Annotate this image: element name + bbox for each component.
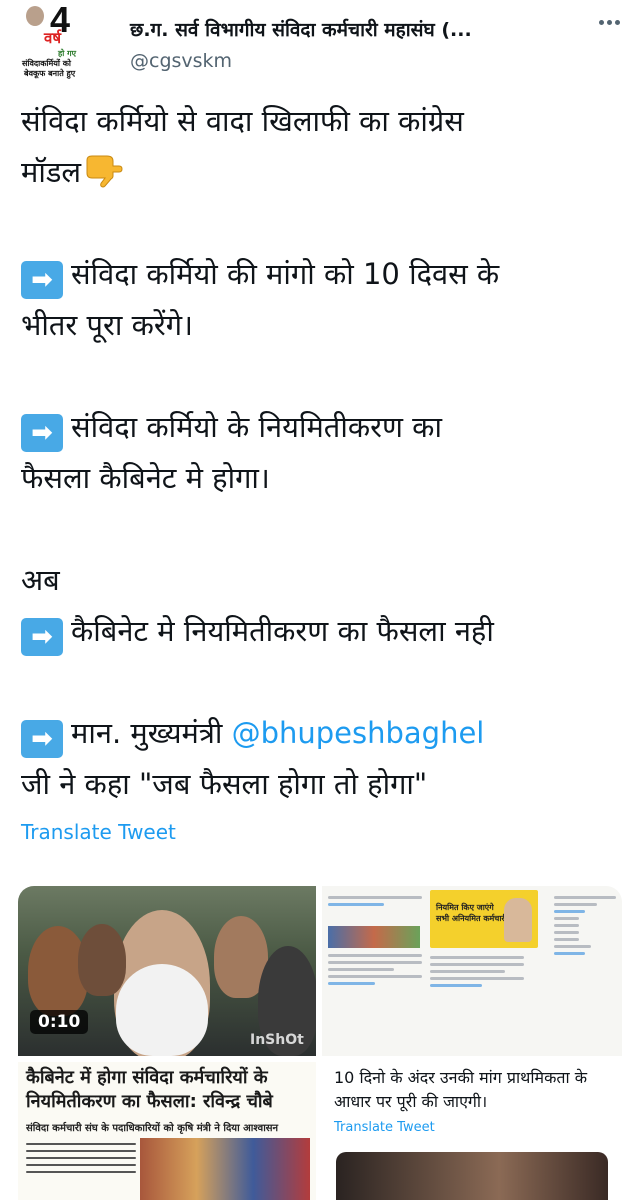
more-icon[interactable] (596, 10, 622, 34)
right-arrow-icon: ➡ (21, 414, 63, 452)
mention-link[interactable]: @bhupeshbaghel (232, 716, 485, 750)
tweet-line: अब (21, 563, 60, 597)
tweet-line: ➡ संविदा कर्मियो के नियमितीकरण का (21, 402, 621, 453)
right-arrow-icon: ➡ (21, 261, 63, 299)
news-subheadline: संविदा कर्मचारी संघ के पदाधिकारियों को क… (26, 1123, 279, 1134)
poster-text: नियमित किए जाएंगे सभी अनियमित कर्मचारी (436, 903, 507, 923)
right-arrow-icon: ➡ (21, 618, 63, 656)
tweet-line-text: मान. मुख्यमंत्री (71, 716, 232, 750)
news-body (26, 1138, 136, 1178)
video-thumbnail[interactable]: 0:10 InShOt (18, 886, 316, 1056)
tweets-screenshot-image[interactable]: नियमित किए जाएंगे सभी अनियमित कर्मचारी (322, 886, 622, 1056)
tweet-text: संविदा कर्मियो से वादा खिलाफी का कांग्रे… (21, 96, 621, 810)
tweet-line: फैसला कैबिनेट मे होगा। (21, 461, 270, 495)
avatar-line3: बेवकूफ बनाते हुए (24, 69, 76, 78)
mini-tweet-column (554, 892, 616, 1052)
tweet-line-text: संविदा कर्मियो की मांगो को 10 दिवस के (71, 257, 500, 291)
tweet-line-text: मॉडल (21, 155, 82, 189)
avatar-face (26, 6, 44, 26)
right-arrow-icon: ➡ (21, 720, 63, 758)
poster-card: नियमित किए जाएंगे सभी अनियमित कर्मचारी (430, 890, 538, 948)
screenshot-text: 10 दिनो के अंदर उनकी मांग प्राथमिकता के … (334, 1068, 588, 1111)
tweet-line: ➡ कैबिनेट मे नियमितीकरण का फैसला नही (21, 606, 621, 657)
avatar[interactable]: 4 वर्ष हो गए संविदाकर्मियों को बेवकूफ बन… (20, 4, 102, 80)
crowd-photo (328, 926, 420, 948)
screenshot-photo (336, 1152, 608, 1200)
author-display-name[interactable]: छ.ग. सर्व विभागीय संविदा कर्मचारी महासंघ… (130, 16, 472, 42)
tweet-line: मॉडल (21, 147, 621, 198)
mini-tweet-column (328, 892, 422, 1052)
news-headline: कैबिनेट में होगा संविदा कर्मचारियों के न… (26, 1067, 273, 1112)
tweet-line: ➡ संविदा कर्मियो की मांगो को 10 दिवस के (21, 249, 621, 300)
mini-tweet-column (430, 952, 524, 1056)
tweet-line-text: कैबिनेट मे नियमितीकरण का फैसला नही (71, 614, 494, 648)
author-handle[interactable]: @cgsvskm (130, 50, 232, 72)
media-grid: 0:10 InShOt नियमित किए जाएंगे सभी अनियमित… (18, 886, 622, 1200)
newspaper-clipping-image[interactable]: कैबिनेट में होगा संविदा कर्मचारियों के न… (18, 1062, 316, 1200)
screenshot-translate-link: Translate Tweet (334, 1120, 435, 1135)
tweet-line: ➡ मान. मुख्यमंत्री @bhupeshbaghel (21, 708, 621, 759)
avatar-red-text: वर्ष (44, 30, 62, 47)
translate-tweet-link[interactable]: Translate Tweet (21, 820, 176, 844)
tweet-header: 4 वर्ष हो गए संविदाकर्मियों को बेवकूफ बन… (0, 0, 639, 86)
backhand-index-pointing-down-icon (86, 155, 123, 188)
tweet-line: संविदा कर्मियो से वादा खिलाफी का कांग्रे… (21, 104, 464, 138)
tweet-screenshot-image[interactable]: 10 दिनो के अंदर उनकी मांग प्राथमिकता के … (322, 1062, 622, 1200)
person (116, 964, 208, 1056)
video-duration: 0:10 (30, 1010, 89, 1034)
poster-face (504, 898, 532, 942)
news-photo (140, 1138, 310, 1200)
tweet-line: भीतर पूरा करेंगे। (21, 308, 194, 342)
person (78, 924, 126, 996)
video-watermark: InShOt (250, 1032, 304, 1048)
tweet-line: जी ने कहा "जब फैसला होगा तो होगा" (21, 767, 428, 801)
tweet-line-text: संविदा कर्मियो के नियमितीकरण का (71, 410, 442, 444)
